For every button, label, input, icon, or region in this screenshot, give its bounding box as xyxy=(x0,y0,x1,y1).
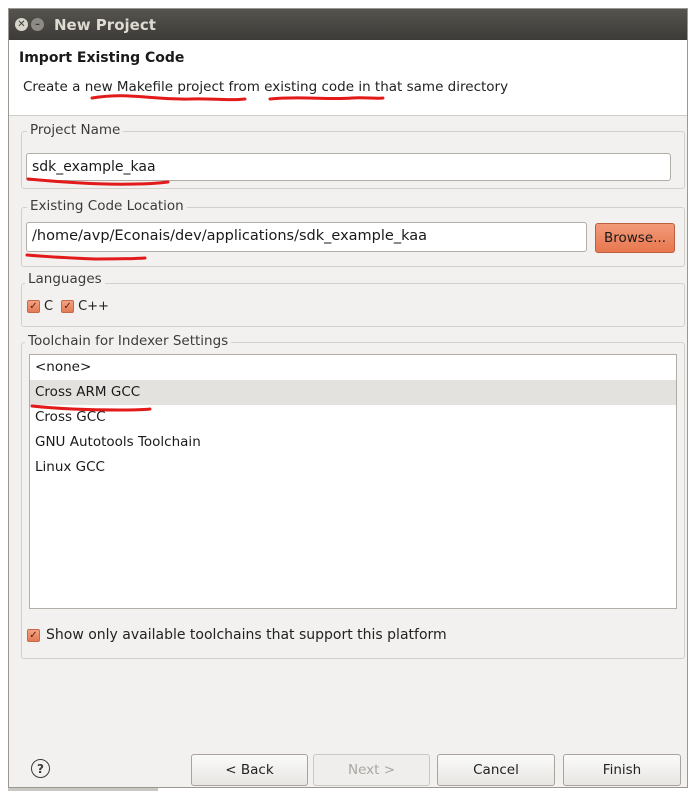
toolchain-list[interactable]: <none> Cross ARM GCC Cross GCC GNU Autot… xyxy=(29,354,677,609)
page-description: Create a new Makefile project from exist… xyxy=(23,79,509,95)
project-name-input[interactable]: sdk_example_kaa xyxy=(26,153,671,181)
cancel-button[interactable]: Cancel xyxy=(437,754,555,786)
help-icon[interactable]: ? xyxy=(31,759,50,778)
cpp-language-label: C++ xyxy=(78,299,109,314)
cpp-language-checkbox[interactable]: ✓ xyxy=(61,300,75,313)
close-window-icon[interactable]: ✕ xyxy=(15,18,28,31)
new-project-dialog: ✕ – New Project Import Existing Code Cre… xyxy=(8,8,688,788)
project-name-label: Project Name xyxy=(27,122,124,138)
window-title: New Project xyxy=(54,15,156,34)
list-item-none[interactable]: <none> xyxy=(30,355,676,380)
c-language-checkbox[interactable]: ✓ xyxy=(27,300,40,313)
list-item-linux-gcc[interactable]: Linux GCC xyxy=(30,455,676,480)
c-language-label: C xyxy=(44,299,54,314)
next-button[interactable]: Next > xyxy=(313,754,430,786)
show-only-label: Show only available toolchains that supp… xyxy=(46,627,447,643)
show-only-row: ✓ Show only available toolchains that su… xyxy=(27,627,447,643)
languages-group xyxy=(21,283,685,327)
list-item-cross-arm-gcc[interactable]: Cross ARM GCC xyxy=(30,380,676,405)
list-item-gnu-autotools[interactable]: GNU Autotools Toolchain xyxy=(30,430,676,455)
minimize-window-icon[interactable]: – xyxy=(31,18,44,31)
show-only-checkbox[interactable]: ✓ xyxy=(27,628,40,642)
bottom-strip xyxy=(8,788,688,803)
languages-row: ✓ C ✓ C++ xyxy=(27,299,117,314)
page-title: Import Existing Code xyxy=(19,50,185,66)
finish-button[interactable]: Finish xyxy=(563,754,681,786)
title-bar[interactable]: ✕ – New Project xyxy=(9,9,687,40)
list-item-cross-gcc[interactable]: Cross GCC xyxy=(30,405,676,430)
code-location-input[interactable]: /home/avp/Econais/dev/applications/sdk_e… xyxy=(26,222,587,252)
browse-button[interactable]: Browse... xyxy=(595,223,675,253)
toolchain-label: Toolchain for Indexer Settings xyxy=(25,333,232,349)
languages-label: Languages xyxy=(25,271,105,287)
bottom-divider xyxy=(8,788,158,791)
code-location-label: Existing Code Location xyxy=(27,198,187,214)
wizard-header: Import Existing Code Create a new Makefi… xyxy=(9,40,687,116)
back-button[interactable]: < Back xyxy=(191,754,308,786)
